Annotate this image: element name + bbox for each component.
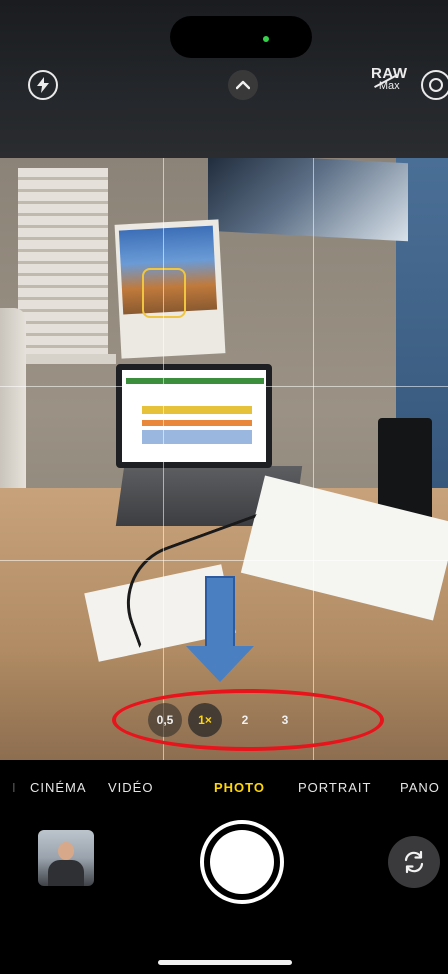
viewfinder[interactable] — [0, 158, 448, 760]
mode-edge-marker: I — [12, 780, 17, 795]
face-detection-box — [142, 268, 186, 318]
scene-window-blinds — [18, 168, 108, 358]
shutter-inner — [210, 830, 274, 894]
grid-line — [0, 560, 448, 561]
laptop-screen-bar — [142, 430, 252, 444]
laptop-screen-bar — [142, 406, 252, 414]
laptop-screen-bar — [126, 378, 264, 384]
scene-laptop-screen — [116, 364, 272, 468]
live-photo-button[interactable] — [421, 70, 448, 100]
mode-photo[interactable]: PHOTO — [214, 780, 265, 795]
mode-picker: I CINÉMA VIDÉO PHOTO PORTRAIT PANO — [0, 780, 448, 800]
controls-expand-button[interactable] — [228, 70, 258, 100]
live-photo-icon — [429, 78, 443, 92]
mode-cinema[interactable]: CINÉMA — [30, 780, 87, 795]
scene-wall-photo — [208, 158, 408, 242]
scene-window-sill — [20, 354, 116, 364]
home-indicator[interactable] — [158, 960, 292, 965]
flip-camera-button[interactable] — [388, 836, 440, 888]
flash-icon — [37, 77, 49, 93]
thumbnail-person-body — [48, 860, 84, 886]
camera-screen: RAW Max 0,5 1× 2 3 I CINÉMA VIDÉO PHOTO … — [0, 0, 448, 974]
camera-flip-icon — [404, 850, 424, 874]
annotation-arrow-shaft — [205, 576, 235, 648]
last-photo-thumbnail[interactable] — [38, 830, 94, 886]
mode-pano[interactable]: PANO — [400, 780, 440, 795]
mode-portrait[interactable]: PORTRAIT — [298, 780, 372, 795]
dynamic-island — [170, 16, 312, 58]
annotation-arrow-head — [186, 646, 254, 682]
mode-video[interactable]: VIDÉO — [108, 780, 153, 795]
raw-toggle-button[interactable]: RAW Max — [371, 66, 408, 92]
camera-indicator-dot — [263, 36, 269, 42]
chevron-up-icon — [236, 80, 250, 90]
grid-line — [313, 158, 314, 760]
annotation-ellipse — [112, 689, 384, 751]
grid-line — [0, 386, 448, 387]
flash-toggle-button[interactable] — [28, 70, 58, 100]
thumbnail-person-head — [58, 842, 74, 860]
shutter-button[interactable] — [200, 820, 284, 904]
grid-line — [163, 158, 164, 760]
laptop-screen-bar — [142, 420, 252, 426]
